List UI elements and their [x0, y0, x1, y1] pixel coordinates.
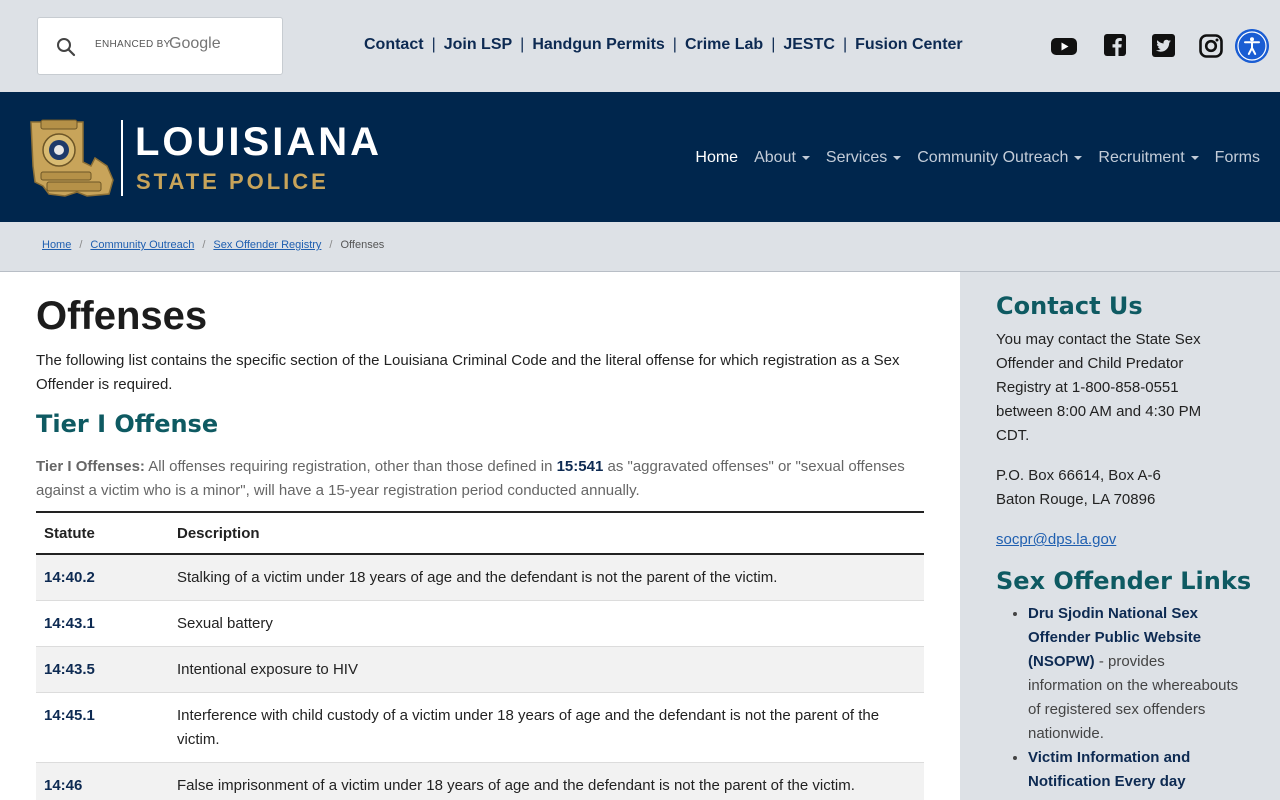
- tier-text-a: All offenses requiring registration, oth…: [144, 458, 557, 475]
- nav-label: Services: [825, 149, 888, 166]
- page-title: Offenses: [36, 294, 208, 338]
- nav-item-forms[interactable]: Forms: [1215, 149, 1260, 167]
- contact-email-link[interactable]: socpr@dps.la.gov: [996, 531, 1116, 548]
- twitter-icon[interactable]: [1151, 33, 1177, 59]
- sex-offender-links-heading: Sex Offender Links: [996, 567, 1252, 595]
- offense-description: Interference with child custody of a vic…: [169, 692, 924, 763]
- intro-text: The following list contains the specific…: [36, 352, 900, 393]
- chevron-down-icon: [893, 156, 902, 160]
- quick-link-crime-lab[interactable]: Crime Lab: [685, 36, 763, 53]
- list-item: Dru Sjodin National Sex Offender Public …: [1028, 602, 1243, 746]
- statute-link-15-541[interactable]: 15:541: [557, 458, 604, 475]
- list-item: Victim Information and Notification Ever…: [1028, 746, 1243, 794]
- breadcrumb-current: Offenses: [340, 239, 385, 251]
- breadcrumb-home[interactable]: Home: [42, 239, 71, 251]
- logo-subtitle[interactable]: STATE POLICE: [136, 169, 329, 195]
- vine-link[interactable]: Victim Information and Notification Ever…: [1028, 749, 1190, 790]
- tier-heading: Tier I Offense: [36, 410, 219, 438]
- nav-label: Recruitment: [1098, 149, 1185, 166]
- nav-item-about[interactable]: About: [754, 149, 810, 167]
- tier-description: Tier I Offenses: All offenses requiring …: [36, 455, 924, 503]
- tier-label: Tier I Offenses:: [36, 458, 145, 475]
- facebook-icon[interactable]: [1103, 33, 1129, 59]
- top-utility-bar: ENHANCED BY Google Contact | Join LSP | Hand…: [0, 0, 1280, 92]
- site-header: LOUISIANA STATE POLICE Home About Servic…: [0, 92, 1280, 222]
- contact-text: You may contact the State Sex Offender a…: [996, 331, 1202, 444]
- logo-divider: [121, 120, 123, 196]
- table-row: 14:43.1 Sexual battery: [36, 600, 924, 647]
- breadcrumb-sex-offender-registry[interactable]: Sex Offender Registry: [213, 239, 321, 251]
- table-row: 14:46 False imprisonment of a victim und…: [36, 762, 924, 800]
- offense-description: Intentional exposure to HIV: [169, 646, 924, 693]
- sex-offender-links-list: Dru Sjodin National Sex Offender Public …: [1028, 602, 1243, 794]
- nav-label: Community Outreach: [917, 149, 1069, 166]
- quick-link-join-lsp[interactable]: Join LSP: [444, 36, 512, 53]
- sidebar: Contact Us You may contact the State Sex…: [960, 272, 1280, 800]
- nav-label: About: [754, 149, 796, 166]
- address-line-1: P.O. Box 66614, Box A-6: [996, 467, 1161, 484]
- offense-description: False imprisonment of a victim under 18 …: [169, 762, 924, 800]
- quick-links: Contact | Join LSP | Handgun Permits | Crime L…: [364, 36, 963, 53]
- breadcrumb: Home / Community Outreach / Sex Offender Reg…: [0, 222, 1280, 272]
- search-icon: [57, 38, 76, 57]
- google-brand-label: Google: [169, 35, 221, 52]
- column-header-description: Description: [169, 511, 924, 555]
- quick-link-jestc[interactable]: JESTC: [783, 36, 835, 53]
- chevron-down-icon: [801, 156, 810, 160]
- table-row: 14:45.1 Interference with child custody …: [36, 692, 924, 763]
- nav-label: Home: [695, 149, 739, 166]
- nav-item-services[interactable]: Services: [825, 149, 902, 167]
- nav-item-home[interactable]: Home: [695, 149, 738, 167]
- statute-link[interactable]: 14:40.2: [36, 554, 169, 601]
- nav-item-community-outreach[interactable]: Community Outreach: [917, 149, 1083, 167]
- chevron-down-icon: [1074, 156, 1083, 160]
- enhanced-by-label: ENHANCED BY: [95, 39, 171, 50]
- main-nav: Home About Services Community Outreach R…: [695, 149, 1260, 167]
- youtube-icon[interactable]: [1051, 33, 1077, 59]
- logo-title[interactable]: LOUISIANA: [135, 120, 382, 165]
- contact-us-heading: Contact Us: [996, 292, 1143, 320]
- column-header-statute: Statute: [36, 511, 169, 555]
- nav-label: Forms: [1214, 149, 1260, 166]
- search-input[interactable]: ENHANCED BY Google: [37, 17, 283, 75]
- quick-link-fusion-center[interactable]: Fusion Center: [855, 36, 963, 53]
- instagram-icon[interactable]: [1198, 33, 1224, 59]
- table-row: 14:43.5 Intentional exposure to HIV: [36, 646, 924, 693]
- offense-description: Stalking of a victim under 18 years of a…: [169, 554, 924, 601]
- nav-item-recruitment[interactable]: Recruitment: [1098, 149, 1199, 167]
- offenses-table: Statute Description 14:40.2 Stalking of …: [36, 511, 924, 800]
- statute-link[interactable]: 14:45.1: [36, 692, 169, 763]
- offense-description: Sexual battery: [169, 600, 924, 647]
- quick-link-handgun-permits[interactable]: Handgun Permits: [532, 36, 664, 53]
- accessibility-icon[interactable]: [1235, 29, 1269, 63]
- address-line-2: Baton Rouge, LA 70896: [996, 491, 1156, 508]
- chevron-down-icon: [1190, 156, 1199, 160]
- statute-link[interactable]: 14:43.5: [36, 646, 169, 693]
- breadcrumb-community-outreach[interactable]: Community Outreach: [90, 239, 194, 251]
- statute-link[interactable]: 14:46: [36, 762, 169, 800]
- trooper-badge-logo[interactable]: [27, 116, 117, 200]
- statute-link[interactable]: 14:43.1: [36, 600, 169, 647]
- quick-link-contact[interactable]: Contact: [364, 36, 424, 53]
- table-row: 14:40.2 Stalking of a victim under 18 ye…: [36, 554, 924, 601]
